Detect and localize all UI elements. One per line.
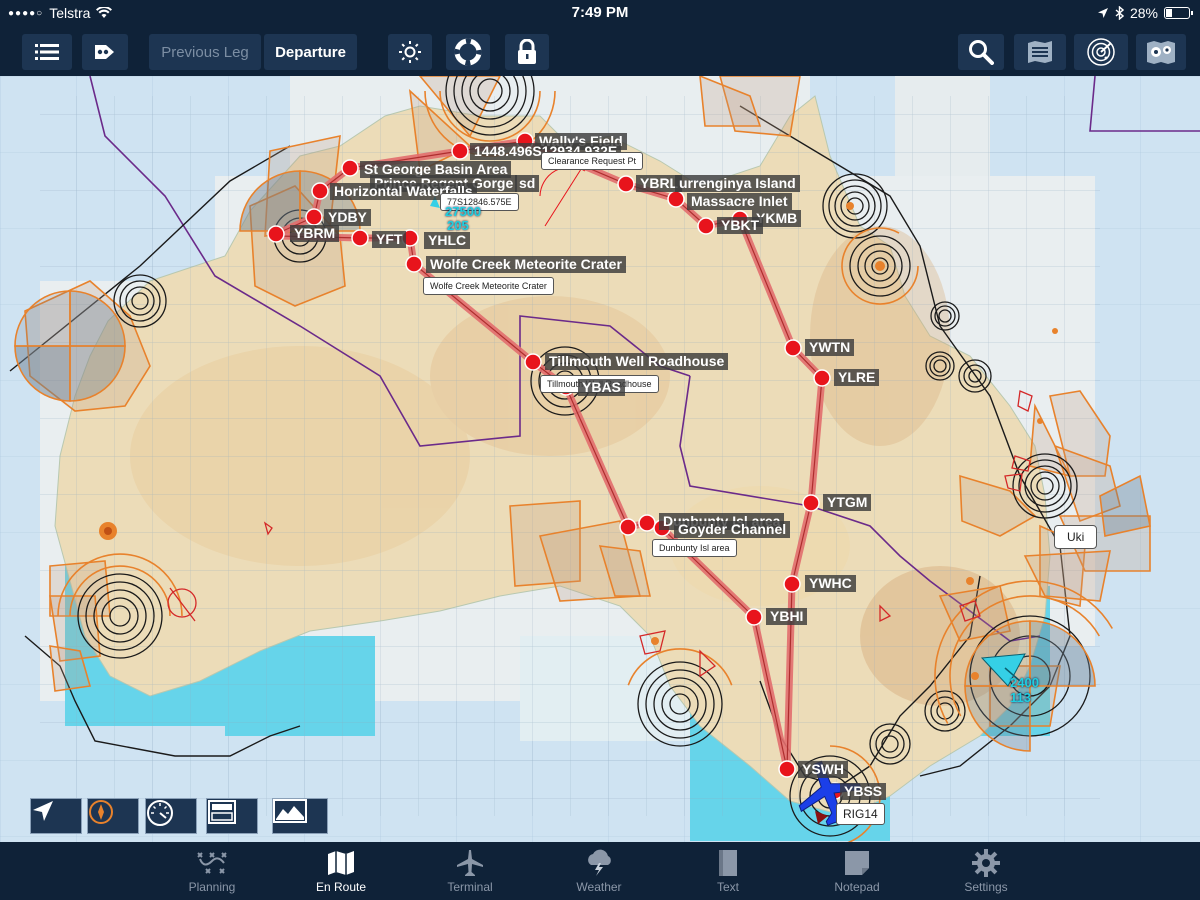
waypoint-label[interactable]: YLRE xyxy=(834,369,880,386)
profile-view-icon xyxy=(273,799,307,823)
waypoint-callout[interactable]: Wolfe Creek Meteorite Crater xyxy=(423,277,554,295)
tab-notepad[interactable]: Notepad xyxy=(802,842,912,900)
weather-icon xyxy=(588,849,611,876)
compass-button[interactable] xyxy=(87,798,139,834)
compass-icon xyxy=(89,800,113,824)
wifi-icon xyxy=(96,7,113,18)
tab-planning[interactable]: Planning xyxy=(157,842,267,900)
waypoint-label[interactable]: Massacre Inlet xyxy=(687,193,792,210)
waypoint-label[interactable]: YBSS xyxy=(840,783,887,800)
radar-button[interactable] xyxy=(1074,34,1128,70)
airplane-icon xyxy=(457,850,483,876)
waypoint-label[interactable]: YBAS xyxy=(578,379,625,396)
list-icon xyxy=(35,44,59,60)
waypoint-label[interactable]: YWHC xyxy=(805,575,856,592)
tab-text[interactable]: Text xyxy=(673,842,783,900)
waypoint-label[interactable]: Goyder Channel xyxy=(674,521,791,538)
notepad-icon xyxy=(845,851,869,875)
tab-label: Settings xyxy=(964,880,1008,894)
signal-icon: ●●●●○ xyxy=(8,7,44,19)
location-services-icon xyxy=(1097,8,1108,18)
waypoint-label[interactable]: urrenginya Island xyxy=(675,175,800,192)
route-button[interactable] xyxy=(82,34,128,70)
departure-button[interactable]: Departure xyxy=(264,34,357,70)
waypoint-label[interactable]: YBKT xyxy=(717,217,764,234)
tab-settings[interactable]: Settings xyxy=(931,842,1041,900)
bottom-tab-bar: Planning En Route Terminal Weather Text … xyxy=(0,842,1200,900)
tab-terminal[interactable]: Terminal xyxy=(415,842,525,900)
emergency-button[interactable] xyxy=(446,34,490,70)
waypoint-callout[interactable]: Uki xyxy=(1054,525,1098,549)
tab-label: Terminal xyxy=(447,880,493,894)
bluetooth-icon xyxy=(1115,6,1124,20)
battery-fill xyxy=(1166,9,1173,17)
layers-icon xyxy=(1028,41,1052,63)
waypoint-label[interactable]: YFT xyxy=(372,231,407,248)
status-bar: ●●●●○ Telstra 7:49 PM 28% xyxy=(0,0,1200,26)
waypoint-label[interactable]: YBHI xyxy=(766,608,808,625)
radar-icon xyxy=(1087,38,1115,66)
waypoint-callout[interactable]: RIG14 xyxy=(836,803,885,825)
route-icon xyxy=(95,45,114,59)
waypoint-label[interactable]: YBRM xyxy=(290,225,340,242)
tab-label: En Route xyxy=(315,880,367,894)
traffic-altitude: 2400 xyxy=(1010,675,1039,690)
instruments-button[interactable] xyxy=(145,798,197,834)
gauge-icon xyxy=(147,800,173,826)
location-arrow-icon xyxy=(33,801,53,821)
waypoint-label[interactable]: YWTN xyxy=(805,339,855,356)
lock-button[interactable] xyxy=(505,34,549,70)
waypoint-label[interactable]: YHLC xyxy=(424,232,471,249)
traffic-speed: 205 xyxy=(447,218,469,233)
waypoint-label[interactable]: YDBY xyxy=(324,209,371,226)
instruments-icon xyxy=(208,800,236,824)
tab-label: Notepad xyxy=(834,880,880,894)
carrier-name: Telstra xyxy=(49,5,91,21)
traffic-altitude: 27500 xyxy=(445,204,482,219)
list-button[interactable] xyxy=(22,34,72,70)
traffic-speed: 113 xyxy=(1010,690,1031,705)
efb-app: ●●●●○ Telstra 7:49 PM 28% Previous Leg D… xyxy=(0,0,1200,900)
moving-map[interactable]: Wally's Field 1448.496S12934.932E Cleara… xyxy=(0,76,1200,842)
gear-icon xyxy=(972,849,1000,877)
panel-button[interactable] xyxy=(206,798,258,834)
clock: 7:49 PM xyxy=(571,4,629,21)
waypoint-label[interactable]: Tillmouth Well Roadhouse xyxy=(545,353,729,370)
planning-icon xyxy=(197,852,227,874)
tab-label: Weather xyxy=(576,880,622,894)
battery-percent: 28% xyxy=(1129,5,1158,21)
profile-view-button[interactable] xyxy=(272,798,328,834)
waypoint-callout[interactable]: Clearance Request Pt xyxy=(541,152,644,170)
top-toolbar: Previous Leg Departure xyxy=(0,26,1200,76)
search-button[interactable] xyxy=(958,34,1004,70)
document-icon xyxy=(719,850,737,876)
waypoint-callout[interactable]: Dunbunty Isl area xyxy=(652,539,737,557)
tab-weather[interactable]: Weather xyxy=(544,842,654,900)
previous-leg-button[interactable]: Previous Leg xyxy=(149,34,261,70)
map-canvas[interactable] xyxy=(0,76,1200,842)
layers-button[interactable] xyxy=(1014,34,1066,70)
map-settings-button[interactable] xyxy=(1136,34,1186,70)
tab-label: Text xyxy=(716,880,739,894)
lock-icon xyxy=(518,39,536,64)
battery-icon xyxy=(1164,7,1193,19)
waypoint-label[interactable]: YTGM xyxy=(823,494,872,511)
brightness-button[interactable] xyxy=(388,34,432,70)
waypoint-label[interactable]: YSWH xyxy=(798,761,848,778)
waypoint-label[interactable]: Wolfe Creek Meteorite Crater xyxy=(426,256,626,273)
tab-label: Planning xyxy=(188,880,236,894)
track-up-button[interactable] xyxy=(30,798,82,834)
waypoint-label[interactable]: sd xyxy=(515,175,540,192)
map-settings-icon xyxy=(1147,41,1175,64)
search-icon xyxy=(969,40,994,65)
lifebuoy-icon xyxy=(454,38,482,66)
map-icon xyxy=(328,851,354,875)
brightness-icon xyxy=(399,41,421,63)
tab-en-route[interactable]: En Route xyxy=(286,842,396,900)
